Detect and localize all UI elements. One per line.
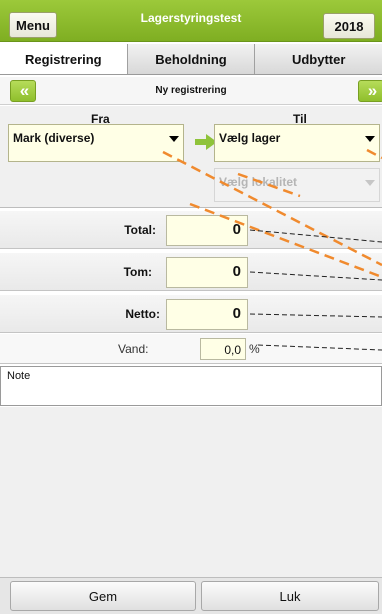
- chevron-down-icon: [365, 136, 375, 142]
- year-button[interactable]: 2018: [323, 13, 375, 39]
- record-navigation: « Ny registrering »: [0, 77, 382, 105]
- tab-bar: Registrering Beholdning Udbytter: [0, 44, 382, 75]
- netto-row: Netto: 0: [0, 295, 382, 333]
- footer-bar: Gem Luk: [0, 577, 382, 614]
- from-select-value: Mark (diverse): [13, 131, 95, 145]
- total-input[interactable]: 0: [166, 215, 248, 246]
- from-select[interactable]: Mark (diverse): [8, 124, 184, 162]
- netto-label: Netto:: [125, 307, 160, 321]
- tab-udbytter[interactable]: Udbytter: [254, 44, 382, 74]
- to-select[interactable]: Vælg lager: [214, 124, 380, 162]
- tab-registrering[interactable]: Registrering: [0, 44, 127, 74]
- tom-row: Tom: 0: [0, 253, 382, 291]
- app-header: Menu Lagerstyringstest 2018: [0, 0, 382, 42]
- content-area: [0, 407, 382, 577]
- location-select[interactable]: Vælg lokalitet: [214, 168, 380, 202]
- note-field[interactable]: Note: [0, 366, 382, 406]
- total-label: Total:: [124, 223, 156, 237]
- tab-beholdning[interactable]: Beholdning: [126, 44, 255, 74]
- double-chevron-right-icon[interactable]: »: [358, 80, 382, 102]
- vand-unit: %: [249, 342, 260, 356]
- save-button[interactable]: Gem: [10, 581, 196, 611]
- transfer-panel: Fra Til Mark (diverse) Vælg lager Vælg l…: [0, 106, 382, 208]
- tom-input[interactable]: 0: [166, 257, 248, 288]
- chevron-down-icon: [169, 136, 179, 142]
- location-select-placeholder: Vælg lokalitet: [219, 175, 298, 189]
- vand-row: Vand: 0,0 %: [0, 334, 382, 364]
- chevron-down-icon: [365, 180, 375, 186]
- to-select-value: Vælg lager: [219, 131, 281, 145]
- netto-input[interactable]: 0: [166, 299, 248, 330]
- close-button[interactable]: Luk: [201, 581, 379, 611]
- vand-label: Vand:: [118, 342, 149, 356]
- note-label: Note: [7, 370, 31, 382]
- record-title: Ny registrering: [155, 85, 227, 96]
- tom-label: Tom:: [123, 265, 152, 279]
- total-row: Total: 0: [0, 211, 382, 249]
- vand-input[interactable]: 0,0: [200, 338, 246, 360]
